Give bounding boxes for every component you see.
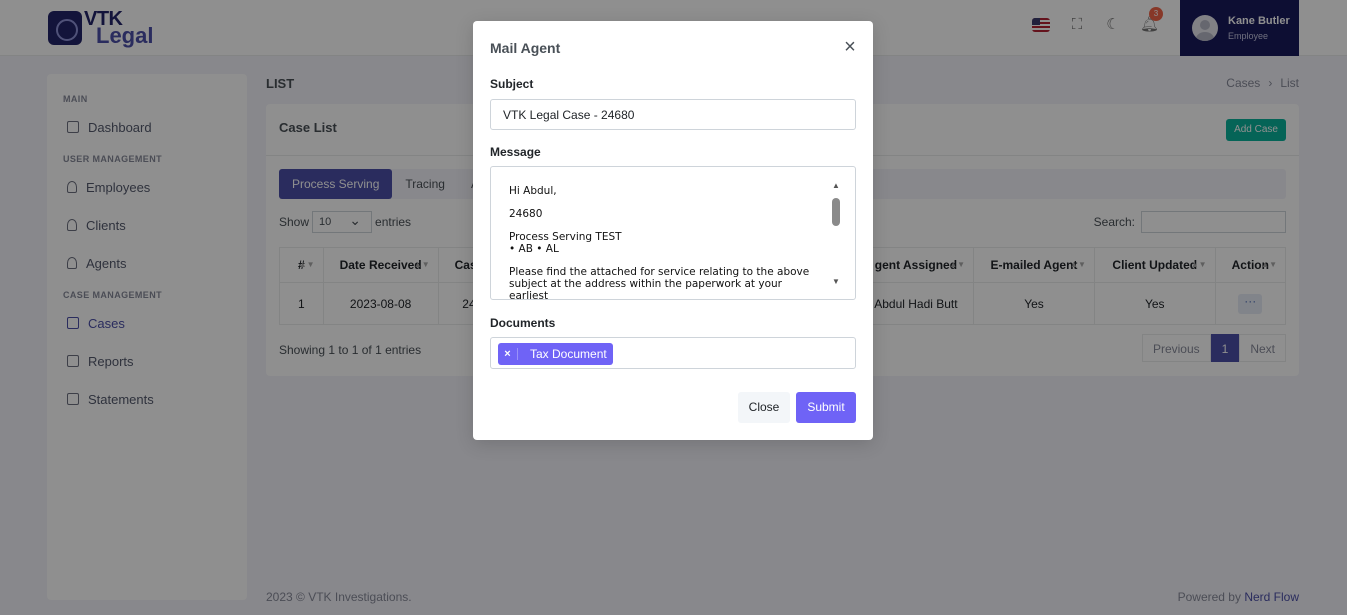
submit-button[interactable]: Submit bbox=[796, 392, 856, 423]
close-button[interactable]: Close bbox=[738, 392, 790, 423]
message-scrollbar[interactable]: ▲ ▼ bbox=[831, 181, 841, 287]
documents-label: Documents bbox=[490, 316, 556, 330]
message-line: 24680 bbox=[509, 208, 543, 220]
subject-label: Subject bbox=[490, 77, 534, 91]
mail-agent-modal: Mail Agent × Subject Message Hi Abdul, 2… bbox=[473, 21, 873, 440]
message-line: Hi Abdul, bbox=[509, 185, 557, 197]
message-line: Please find the attached for service rel… bbox=[509, 266, 810, 300]
scrollbar-thumb[interactable] bbox=[832, 198, 840, 226]
message-textarea[interactable]: Hi Abdul, 24680 Process Serving TEST • A… bbox=[490, 166, 856, 300]
document-chip: × Tax Document bbox=[498, 343, 613, 365]
scroll-down-arrow-icon[interactable]: ▼ bbox=[831, 277, 841, 287]
subject-input[interactable] bbox=[490, 99, 856, 130]
scroll-up-arrow-icon[interactable]: ▲ bbox=[831, 181, 841, 191]
message-line: Process Serving TEST bbox=[509, 231, 622, 243]
modal-title: Mail Agent bbox=[490, 40, 561, 56]
remove-chip-icon[interactable]: × bbox=[498, 348, 518, 360]
message-line: • AB • AL bbox=[509, 243, 559, 255]
message-label: Message bbox=[490, 145, 541, 159]
documents-select[interactable]: × Tax Document bbox=[490, 337, 856, 369]
close-icon[interactable]: × bbox=[841, 37, 859, 57]
document-chip-label: Tax Document bbox=[530, 347, 607, 361]
